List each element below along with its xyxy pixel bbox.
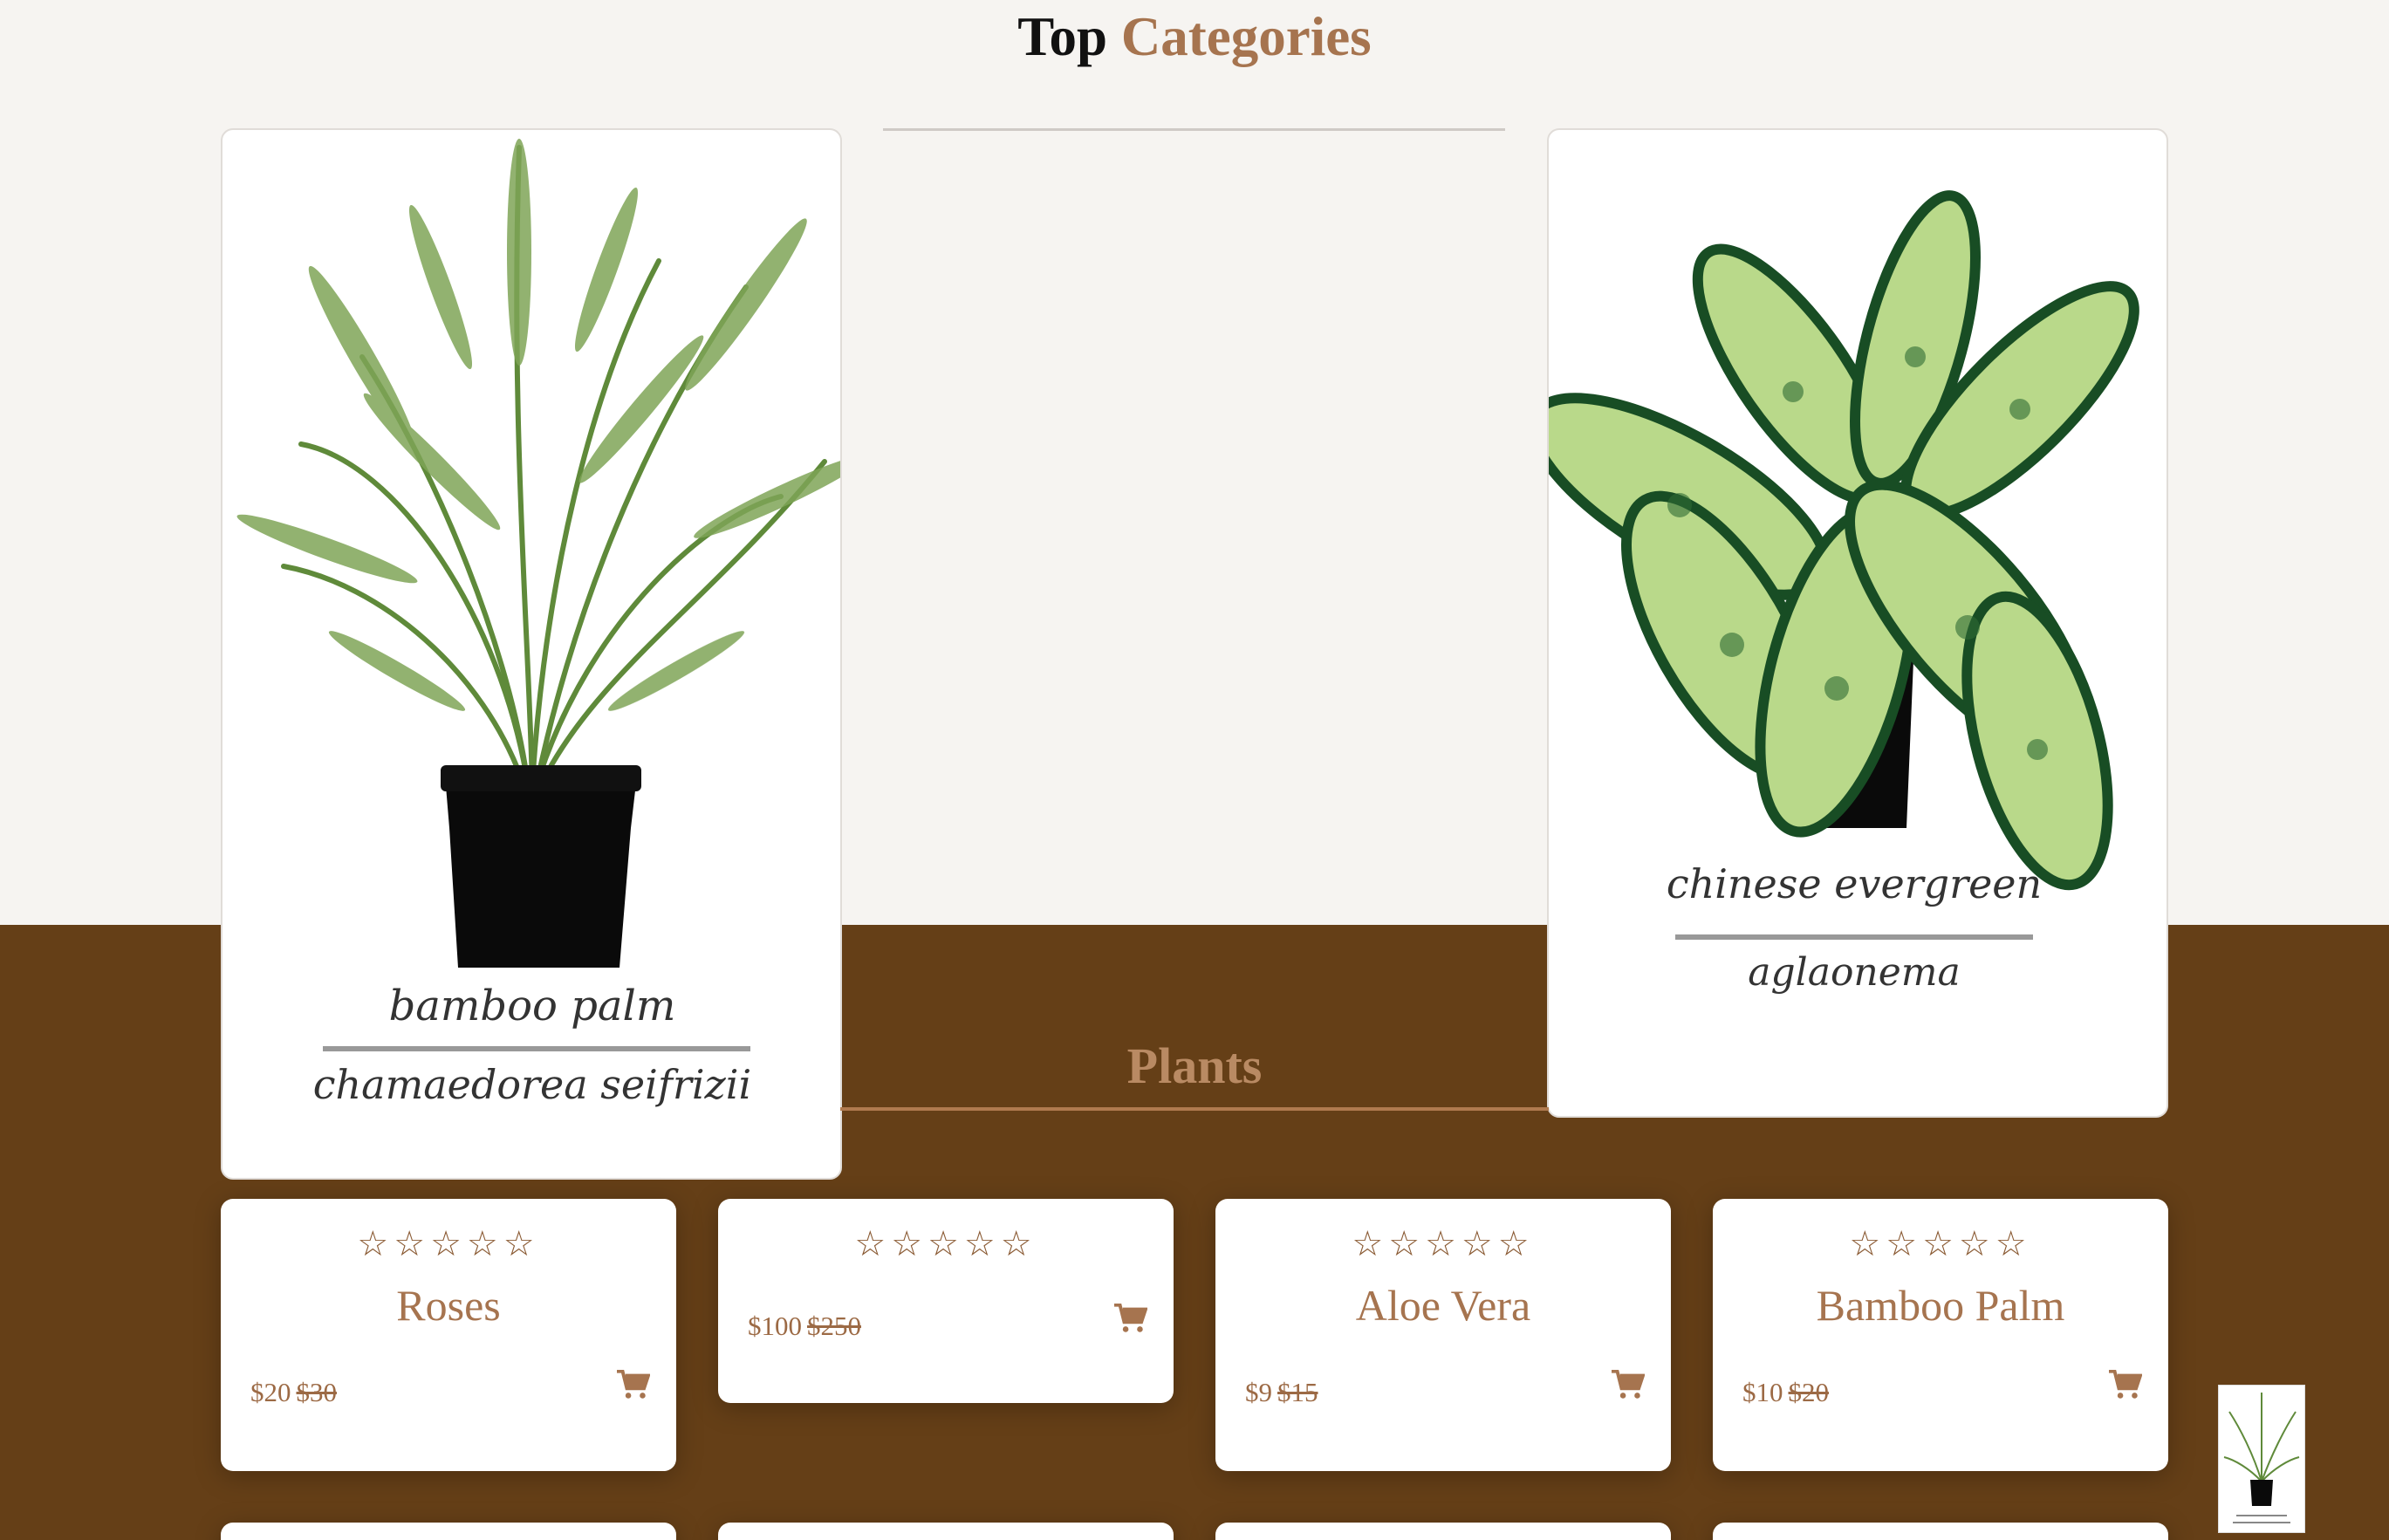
category-card-bamboo-palm[interactable]: bamboo palm chamaedorea seifrizii — [221, 128, 842, 1180]
section-title: Top Categories — [0, 2, 2389, 72]
divider — [883, 128, 1505, 131]
bamboo-palm-thumbnail-icon — [2223, 1393, 2300, 1523]
old-price: $15 — [1277, 1377, 1318, 1407]
category-latin-label: aglaonema — [1748, 950, 1961, 995]
product-card[interactable] — [221, 1523, 676, 1540]
star-rating[interactable]: ☆☆☆☆☆ — [718, 1225, 1174, 1263]
star-rating[interactable]: ☆☆☆☆☆ — [1713, 1225, 2168, 1263]
old-price: $20 — [1788, 1377, 1830, 1407]
plants-section-title: Plants — [1126, 1037, 1263, 1094]
star-rating[interactable]: ☆☆☆☆☆ — [221, 1225, 676, 1263]
product-card[interactable]: ☆☆☆☆☆ $100 $250 — [718, 1199, 1174, 1403]
product-price: $20 $30 — [250, 1375, 337, 1410]
product-name: Roses — [396, 1281, 501, 1330]
old-price: $250 — [807, 1311, 861, 1341]
category-card-chinese-evergreen[interactable]: chinese evergreen aglaonema — [1547, 128, 2168, 1118]
current-price: $10 — [1742, 1377, 1783, 1407]
cart-icon[interactable] — [1610, 1370, 1645, 1401]
category-name-label: chinese evergreen — [1667, 860, 2042, 907]
product-card[interactable] — [1215, 1523, 1671, 1540]
product-name: Bamboo Palm — [1816, 1281, 2065, 1330]
product-card[interactable] — [1713, 1523, 2168, 1540]
old-price: $30 — [296, 1377, 338, 1407]
floating-thumbnail[interactable] — [2218, 1385, 2305, 1533]
cart-icon[interactable] — [1112, 1304, 1147, 1335]
product-card[interactable]: ☆☆☆☆☆ Roses $20 $30 — [221, 1199, 676, 1471]
product-price: $100 $250 — [748, 1309, 861, 1344]
star-rating[interactable]: ☆☆☆☆☆ — [1215, 1225, 1671, 1263]
cart-icon[interactable] — [615, 1370, 650, 1401]
product-card[interactable]: ☆☆☆☆☆ Aloe Vera $9 $15 — [1215, 1199, 1671, 1471]
product-card[interactable]: ☆☆☆☆☆ Bamboo Palm $10 $20 — [1713, 1199, 2168, 1471]
product-name: Aloe Vera — [1355, 1281, 1531, 1330]
product-price: $9 $15 — [1245, 1375, 1318, 1410]
plants-divider — [840, 1107, 1549, 1111]
chinese-evergreen-illustration: chinese evergreen aglaonema — [1549, 190, 2139, 995]
section-title-accent: Categories — [1120, 6, 1372, 67]
current-price: $100 — [748, 1311, 802, 1341]
product-card[interactable] — [718, 1523, 1174, 1540]
cart-icon[interactable] — [2107, 1370, 2142, 1401]
current-price: $9 — [1245, 1377, 1272, 1407]
section-title-dark: Top — [1017, 6, 1108, 67]
current-price: $20 — [250, 1377, 291, 1407]
product-price: $10 $20 — [1742, 1375, 1829, 1410]
category-name-label: bamboo palm — [389, 982, 676, 1030]
bamboo-palm-illustration: bamboo palm chamaedorea seifrizii — [236, 139, 840, 1108]
